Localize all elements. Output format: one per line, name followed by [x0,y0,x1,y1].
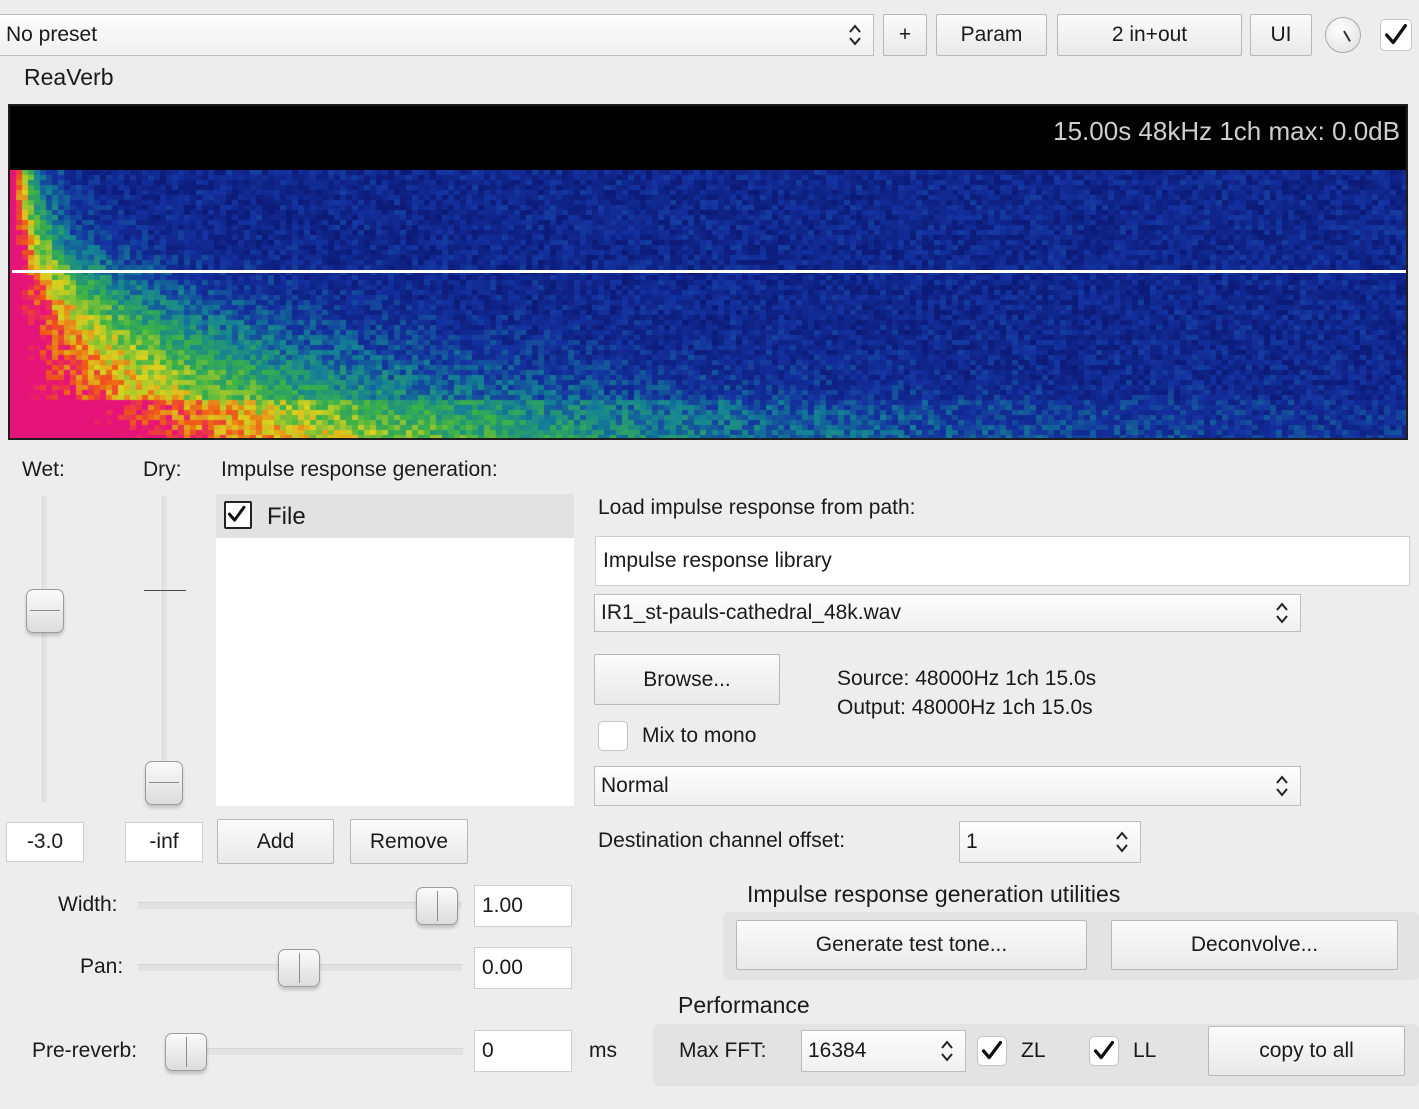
prereverb-label: Pre-reverb: [32,1039,138,1062]
pan-slider-thumb[interactable] [278,949,320,987]
utilities-heading: Impulse response generation utilities [747,881,1121,907]
checkmark-icon [1093,1040,1115,1060]
zl-label: ZL [1021,1039,1046,1062]
output-info: Output: 48000Hz 1ch 15.0s [837,696,1093,719]
path-input[interactable]: Impulse response library [595,536,1410,586]
dry-value-field[interactable]: -inf [125,822,203,862]
waveform-line [12,270,1406,273]
dest-offset-select[interactable]: 1 [959,821,1141,863]
preset-select[interactable]: No preset [0,14,874,56]
list-item[interactable]: File [216,494,574,538]
dry-unity-mark [144,590,186,591]
dest-offset-value: 1 [966,830,978,853]
wet-slider-track[interactable] [42,496,47,802]
performance-heading: Performance [678,992,810,1018]
width-value-field[interactable]: 1.00 [474,885,572,927]
zl-checkbox[interactable] [977,1036,1007,1066]
ir-generation-heading: Impulse response generation: [221,458,498,481]
browse-button[interactable]: Browse... [594,654,780,705]
pan-value-field[interactable]: 0.00 [474,947,572,989]
dry-slider-thumb[interactable] [145,761,183,805]
dest-offset-label: Destination channel offset: [598,829,846,852]
spectrogram-info: 15.00s 48kHz 1ch max: 0.0dB [1053,116,1400,146]
max-fft-value: 16384 [808,1039,867,1062]
add-preset-button[interactable]: + [883,14,927,56]
generate-test-tone-button[interactable]: Generate test tone... [736,920,1087,970]
width-slider-thumb[interactable] [416,887,458,925]
ir-file-select[interactable]: IR1_st-pauls-cathedral_48k.wav [594,594,1301,632]
mix-mono-checkbox[interactable] [598,721,628,751]
updown-icon [1276,775,1288,797]
path-label: Load impulse response from path: [598,496,916,519]
max-fft-label: Max FFT: [679,1039,767,1062]
list-item-checkbox[interactable] [224,501,252,529]
checkmark-icon [981,1040,1003,1060]
wet-label: Wet: [22,458,65,481]
updown-icon [1276,602,1288,624]
ir-spectrogram[interactable]: 15.00s 48kHz 1ch max: 0.0dB [8,104,1408,440]
list-item-label: File [267,503,306,530]
wet-knob-icon[interactable] [1325,17,1361,53]
ir-file-value: IR1_st-pauls-cathedral_48k.wav [601,601,901,624]
wet-value-field[interactable]: -3.0 [6,822,84,862]
dry-slider-track[interactable] [162,496,167,802]
mode-select[interactable]: Normal [594,766,1301,806]
checkmark-icon [227,505,246,522]
wet-slider-thumb[interactable] [26,589,64,633]
copy-to-all-button[interactable]: copy to all [1208,1026,1405,1076]
preset-value: No preset [6,23,98,46]
ir-generation-list[interactable]: File [216,494,574,806]
prereverb-slider-track[interactable] [165,1048,463,1055]
add-button[interactable]: Add [217,819,334,864]
source-info: Source: 48000Hz 1ch 15.0s [837,667,1097,690]
prereverb-value-field[interactable]: 0 [474,1030,572,1072]
checkmark-icon [1384,23,1408,45]
prereverb-unit: ms [589,1039,617,1062]
width-label: Width: [58,893,118,916]
mode-value: Normal [601,774,669,797]
pan-label: Pan: [80,955,124,978]
ll-checkbox[interactable] [1089,1036,1119,1066]
ui-button[interactable]: UI [1250,14,1312,56]
ll-label: LL [1133,1039,1157,1062]
updown-icon [849,24,861,46]
mix-mono-label: Mix to mono [642,724,757,747]
spectrogram-canvas [10,170,1406,438]
updown-icon [1116,831,1128,853]
remove-button[interactable]: Remove [350,819,468,864]
prereverb-slider-thumb[interactable] [165,1033,207,1071]
io-button[interactable]: 2 in+out [1057,14,1242,56]
dry-label: Dry: [143,458,182,481]
updown-icon [941,1040,953,1062]
param-button[interactable]: Param [936,14,1047,56]
width-slider-track[interactable] [138,902,462,909]
plugin-title: ReaVerb [24,64,114,90]
deconvolve-button[interactable]: Deconvolve... [1111,920,1398,970]
enable-checkbox[interactable] [1380,19,1412,51]
max-fft-select[interactable]: 16384 [801,1030,966,1072]
